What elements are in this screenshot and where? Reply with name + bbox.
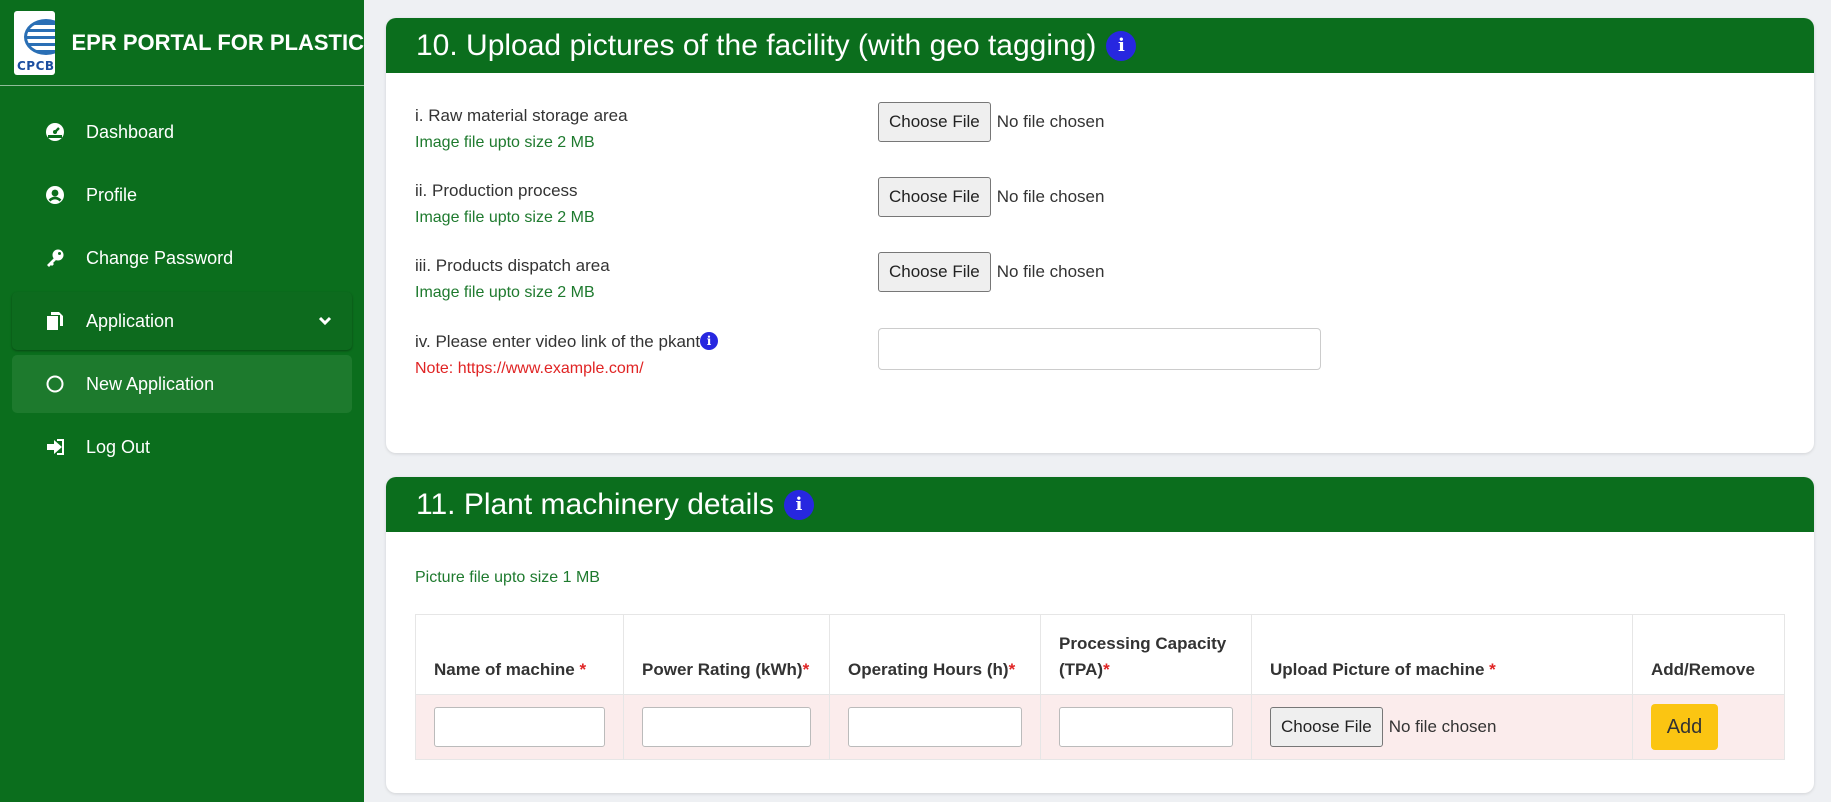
section-10-header: 10. Upload pictures of the facility (wit… — [386, 18, 1814, 73]
brand-header: CPCB EPR PORTAL FOR PLASTIC — [0, 0, 364, 86]
section-11-header: 11. Plant machinery details i — [386, 477, 1814, 532]
field-label: iv. Please enter video link of the pkant… — [415, 332, 719, 352]
choose-file-button[interactable]: Choose File — [878, 252, 991, 292]
sidebar-item-application[interactable]: Application — [12, 292, 352, 350]
choose-file-button[interactable]: Choose File — [878, 102, 991, 142]
logout-icon — [44, 436, 66, 458]
column-header-hours: Operating Hours (h)* — [830, 615, 1041, 694]
logo-text: CPCB — [17, 58, 55, 73]
sidebar-item-label: Change Password — [86, 247, 234, 268]
dashboard-icon — [44, 121, 66, 143]
column-header-upload: Upload Picture of machine * — [1252, 615, 1633, 694]
section-11-title: 11. Plant machinery details — [416, 487, 774, 521]
cell-name — [416, 695, 624, 759]
sidebar: CPCB EPR PORTAL FOR PLASTIC Dashboard Pr… — [0, 0, 364, 802]
file-status: No file chosen — [996, 112, 1105, 131]
cell-add-remove: Add — [1633, 695, 1784, 759]
machinery-file-hint: Picture file upto size 1 MB — [415, 569, 600, 586]
choose-file-button[interactable]: Choose File — [878, 177, 991, 217]
sidebar-nav: Dashboard Profile Change Password Applic… — [0, 86, 364, 476]
column-header-add-remove: Add/Remove — [1651, 659, 1755, 679]
processing-capacity-input[interactable] — [1059, 707, 1233, 747]
section-10-title: 10. Upload pictures of the facility (wit… — [416, 28, 1097, 62]
chevron-down-icon[interactable] — [318, 312, 332, 333]
video-link-label: iv. Please enter video link of the pkant — [415, 332, 701, 351]
machinery-table: Name of machine * Power Rating (kWh)* Op… — [415, 614, 1785, 760]
circle-outline-icon — [44, 373, 66, 395]
machinery-hint-row: Picture file upto size 1 MB — [415, 569, 600, 587]
field-hint: Image file upto size 2 MB — [415, 284, 595, 301]
file-status: No file chosen — [996, 262, 1105, 281]
info-icon[interactable]: i — [1106, 30, 1137, 61]
cell-power — [624, 695, 830, 759]
column-header-power: Power Rating (kWh)* — [624, 615, 830, 694]
app-title: EPR PORTAL FOR PLASTIC — [71, 29, 364, 55]
upload-row-dispatch-area: iii. Products dispatch area Image file u… — [415, 256, 610, 302]
field-label: iii. Products dispatch area — [415, 256, 610, 275]
info-icon[interactable]: i — [783, 489, 814, 520]
video-link-row: iv. Please enter video link of the pkant… — [415, 332, 719, 378]
sidebar-item-new-application[interactable]: New Application — [12, 355, 352, 413]
sidebar-item-label: Application — [86, 310, 175, 331]
choose-file-button[interactable]: Choose File — [1270, 707, 1383, 747]
field-hint: Image file upto size 2 MB — [415, 209, 595, 226]
cell-capacity — [1041, 695, 1252, 759]
upload-row-production-process: ii. Production process Image file upto s… — [415, 181, 595, 227]
field-label: i. Raw material storage area — [415, 106, 628, 125]
user-circle-icon — [44, 184, 66, 206]
info-icon[interactable]: i — [700, 332, 719, 350]
file-status: No file chosen — [1388, 717, 1497, 736]
sidebar-item-label: New Application — [86, 373, 215, 394]
operating-hours-input[interactable] — [848, 707, 1022, 747]
video-link-input[interactable] — [878, 328, 1321, 370]
column-header-capacity: Processing Capacity (TPA)* — [1041, 615, 1252, 694]
dispatch-area-file-input[interactable]: Choose File No file chosen — [878, 252, 1104, 292]
production-process-file-input[interactable]: Choose File No file chosen — [878, 177, 1104, 217]
table-header: Name of machine * Power Rating (kWh)* Op… — [415, 614, 1785, 694]
sidebar-item-label: Dashboard — [86, 121, 175, 142]
file-status: No file chosen — [996, 187, 1105, 206]
power-rating-input[interactable] — [642, 707, 811, 747]
video-link-note: Note: https://www.example.com/ — [415, 360, 644, 377]
key-icon — [44, 247, 66, 269]
cell-upload: Choose File No file chosen — [1252, 695, 1633, 759]
add-button[interactable]: Add — [1651, 704, 1718, 750]
cpcb-logo[interactable]: CPCB — [14, 10, 56, 75]
cell-hours — [830, 695, 1041, 759]
section-11-card: 11. Plant machinery details i Picture fi… — [386, 477, 1814, 793]
sidebar-item-change-password[interactable]: Change Password — [12, 229, 352, 287]
machine-name-input[interactable] — [434, 707, 605, 747]
raw-material-file-input[interactable]: Choose File No file chosen — [878, 102, 1104, 142]
globe-icon — [24, 18, 56, 55]
sidebar-item-label: Profile — [86, 184, 138, 205]
section-10-card: 10. Upload pictures of the facility (wit… — [386, 18, 1814, 453]
sidebar-item-profile[interactable]: Profile — [12, 166, 352, 224]
field-hint: Image file upto size 2 MB — [415, 134, 595, 151]
table-row: Choose File No file chosen Add — [415, 694, 1785, 760]
column-header-name: Name of machine * — [416, 615, 624, 694]
documents-icon — [44, 310, 66, 332]
field-label: ii. Production process — [415, 181, 578, 200]
upload-row-raw-material: i. Raw material storage area Image file … — [415, 106, 628, 152]
sidebar-item-label: Log Out — [86, 436, 151, 457]
sidebar-item-logout[interactable]: Log Out — [12, 418, 352, 476]
sidebar-item-dashboard[interactable]: Dashboard — [12, 103, 352, 161]
